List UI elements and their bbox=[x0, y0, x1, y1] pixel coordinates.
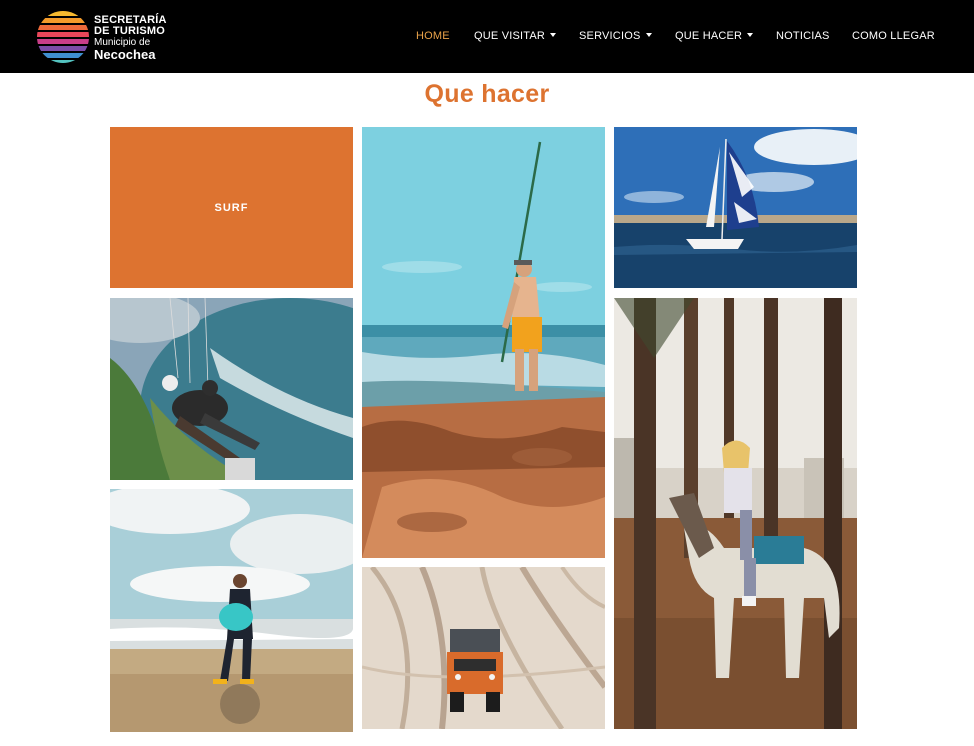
page-title: Que hacer bbox=[424, 80, 550, 108]
tile-paragliding-image[interactable] bbox=[110, 298, 353, 480]
tile-surf[interactable]: SURF bbox=[110, 127, 353, 288]
site-header: SECRETARÍA DE TURISMO Municipio de Necoc… bbox=[0, 0, 974, 73]
fishing-image bbox=[362, 127, 605, 558]
nav-label: SERVICIOS bbox=[579, 30, 641, 42]
tile-fishing-image[interactable] bbox=[362, 127, 605, 558]
caret-down-icon bbox=[747, 33, 754, 37]
caret-down-icon bbox=[645, 33, 652, 37]
tile-horse-riding-image[interactable] bbox=[614, 298, 857, 729]
tile-label: SURF bbox=[214, 201, 249, 214]
paragliding-image bbox=[110, 298, 353, 480]
nav-item-home[interactable]: HOME bbox=[416, 30, 450, 44]
nav-label: COMO LLEGAR bbox=[852, 30, 935, 42]
tile-bodyboard-image[interactable] bbox=[110, 489, 353, 732]
horse-riding-image bbox=[614, 298, 857, 729]
nav-item-que-visitar[interactable]: QUE VISITAR bbox=[474, 30, 557, 44]
dunes-4x4-image bbox=[362, 567, 605, 729]
bodyboard-image bbox=[110, 489, 353, 732]
nav-label: NOTICIAS bbox=[776, 30, 830, 42]
nav-item-como-llegar[interactable]: COMO LLEGAR bbox=[852, 30, 935, 44]
nav-item-servicios[interactable]: SERVICIOS bbox=[579, 30, 652, 44]
tile-sailing-image[interactable] bbox=[614, 127, 857, 288]
nav-label: QUE HACER bbox=[675, 30, 743, 42]
caret-down-icon bbox=[550, 33, 557, 37]
nav-label: HOME bbox=[416, 30, 450, 42]
tile-4x4-dunes-image[interactable] bbox=[362, 567, 605, 729]
nav-label: QUE VISITAR bbox=[474, 30, 546, 42]
nav-item-noticias[interactable]: NOTICIAS bbox=[776, 30, 830, 44]
main-nav: HOME QUE VISITAR SERVICIOS QUE HACER NOT… bbox=[0, 0, 974, 73]
nav-item-que-hacer[interactable]: QUE HACER bbox=[675, 30, 754, 44]
sailing-image bbox=[614, 127, 857, 288]
